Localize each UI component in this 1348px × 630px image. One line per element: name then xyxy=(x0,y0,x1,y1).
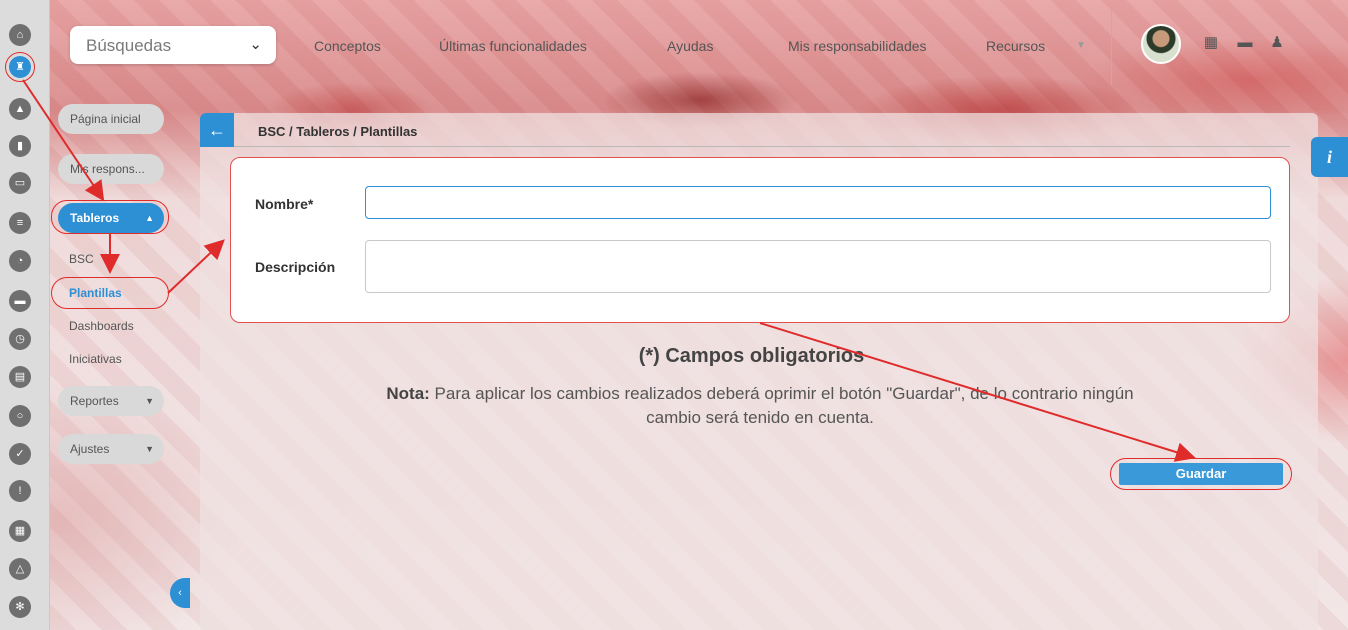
annotation-arrows xyxy=(22,79,1196,462)
arrow-form-to-save xyxy=(759,322,1196,462)
arrow-plantillas-to-form xyxy=(167,239,225,294)
arrow-rail-to-tableros xyxy=(22,79,105,202)
